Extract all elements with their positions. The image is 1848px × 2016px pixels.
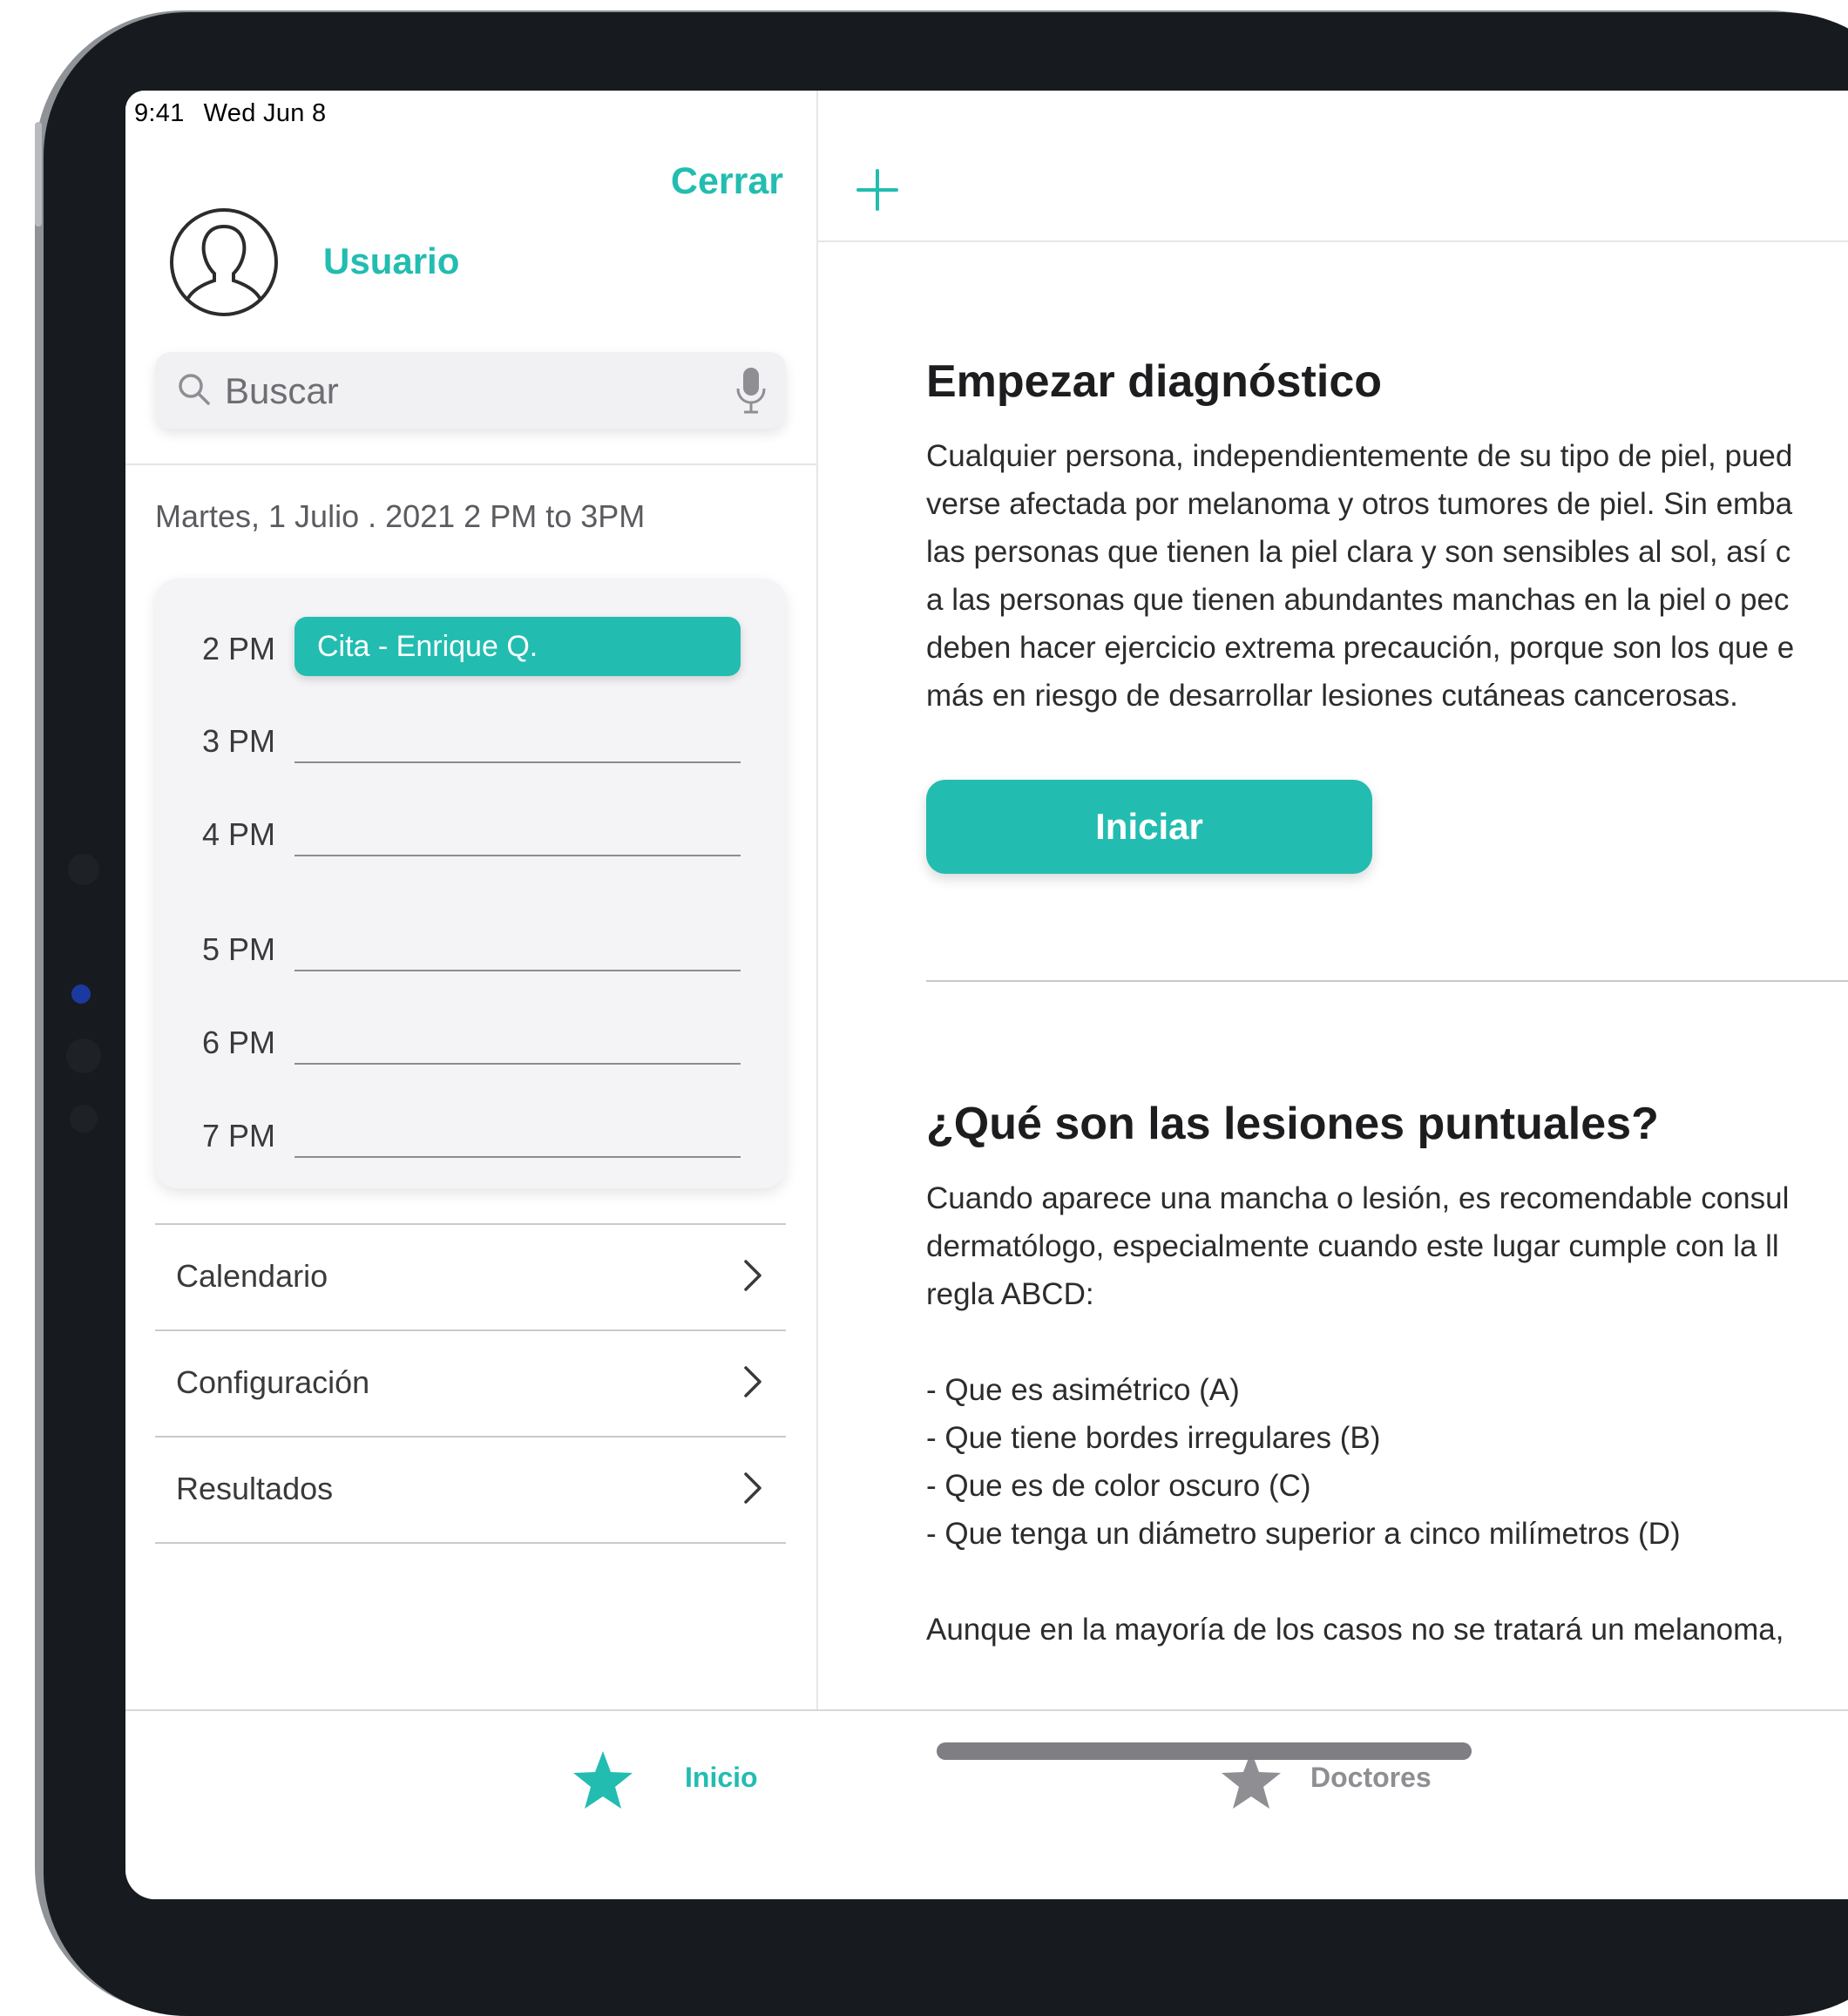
divider xyxy=(818,240,1848,242)
section-title: Empezar diagnóstico xyxy=(926,356,1382,407)
status-time: 9:41 xyxy=(134,99,185,127)
slot-line xyxy=(294,1156,741,1158)
menu-item-label: Calendario xyxy=(176,1258,328,1294)
search-bar[interactable] xyxy=(155,352,786,429)
menu-item-resultados[interactable]: Resultados xyxy=(155,1438,786,1540)
device-volume-button xyxy=(35,122,42,227)
close-button[interactable]: Cerrar xyxy=(671,160,783,203)
device-camera-dot xyxy=(70,1105,98,1133)
body-line: Cualquier persona, independientemente de… xyxy=(926,439,1793,473)
chevron-right-icon xyxy=(744,1260,762,1291)
list-item: - Que es de color oscuro (C) xyxy=(926,1469,1311,1503)
body-line: Cuando aparece una mancha o lesión, es r… xyxy=(926,1181,1790,1215)
agenda-slot[interactable]: 4 PM xyxy=(155,802,786,872)
avatar-icon[interactable] xyxy=(169,207,279,317)
menu-item-label: Resultados xyxy=(176,1471,334,1506)
search-icon xyxy=(179,374,210,405)
list-item: - Que tiene bordes irregulares (B) xyxy=(926,1421,1381,1455)
slot-time: 4 PM xyxy=(202,816,276,852)
body-line: regla ABCD: xyxy=(926,1277,1094,1311)
agenda-slot[interactable]: 3 PM xyxy=(155,709,786,779)
body-line: las personas que tienen la piel clara y … xyxy=(926,535,1791,569)
appointment-chip[interactable]: Cita - Enrique Q. xyxy=(294,617,741,676)
slot-time: 6 PM xyxy=(202,1025,276,1060)
status-bar: 9:41 Wed Jun 8 xyxy=(134,99,345,128)
app-screen: 9:41 Wed Jun 8 Cerrar Usuario Martes, 1 J… xyxy=(125,91,1848,1899)
main-content: Empezar diagnóstico Cualquier persona, i… xyxy=(818,91,1848,1709)
section-body: Cualquier persona, independientemente de… xyxy=(926,432,1794,720)
chevron-right-icon xyxy=(744,1472,762,1504)
body-line: más en riesgo de desarrollar lesiones cu… xyxy=(926,679,1738,713)
menu-item-calendario[interactable]: Calendario xyxy=(155,1225,786,1328)
slot-time: 5 PM xyxy=(202,931,276,967)
body-line: deben hacer ejercicio extrema precaución… xyxy=(926,631,1795,665)
home-indicator[interactable] xyxy=(937,1742,1472,1760)
menu-item-configuracion[interactable]: Configuración xyxy=(155,1331,786,1434)
agenda-card: 2 PM Cita - Enrique Q. 3 PM 4 PM 5 PM 6 … xyxy=(155,578,786,1188)
tab-label: Doctores xyxy=(1310,1762,1432,1793)
menu-item-label: Configuración xyxy=(176,1364,370,1400)
section-body: Cuando aparece una mancha o lesión, es r… xyxy=(926,1174,1789,1654)
divider xyxy=(926,980,1848,982)
device-sensor-dot xyxy=(71,984,91,1004)
slot-time: 2 PM xyxy=(202,631,276,666)
agenda-slot[interactable]: 5 PM xyxy=(155,917,786,987)
divider xyxy=(125,463,816,465)
divider xyxy=(155,1542,786,1544)
body-line: verse afectada por melanoma y otros tumo… xyxy=(926,487,1793,521)
status-date: Wed Jun 8 xyxy=(203,99,327,127)
device-camera-dot xyxy=(68,854,99,885)
microphone-icon[interactable] xyxy=(735,366,767,415)
section-title: ¿Qué son las lesiones puntuales? xyxy=(926,1099,1659,1149)
agenda-slot[interactable]: 2 PM Cita - Enrique Q. xyxy=(155,617,786,687)
agenda-slot[interactable]: 6 PM xyxy=(155,1011,786,1080)
star-icon xyxy=(573,1751,633,1809)
slot-line xyxy=(294,761,741,763)
device-camera-dot xyxy=(66,1038,101,1073)
slot-time: 7 PM xyxy=(202,1118,276,1153)
search-input[interactable] xyxy=(223,364,714,418)
tab-doctores[interactable]: Doctores xyxy=(1220,1711,1499,1833)
tab-bar: Inicio Doctores xyxy=(125,1709,1848,1899)
agenda-slot[interactable]: 7 PM xyxy=(155,1104,786,1174)
user-name[interactable]: Usuario xyxy=(323,240,459,282)
body-line: a las personas que tienen abundantes man… xyxy=(926,583,1790,617)
add-icon[interactable] xyxy=(853,166,902,214)
tab-inicio[interactable]: Inicio xyxy=(572,1711,833,1833)
schedule-date-range: Martes, 1 Julio . 2021 2 PM to 3PM xyxy=(155,498,646,534)
sidebar: 9:41 Wed Jun 8 Cerrar Usuario Martes, 1 J… xyxy=(125,91,818,1709)
list-item: - Que tenga un diámetro superior a cinco… xyxy=(926,1517,1681,1551)
body-line: dermatólogo, especialmente cuando este l… xyxy=(926,1229,1779,1263)
tab-label: Inicio xyxy=(685,1762,758,1793)
chevron-right-icon xyxy=(744,1366,762,1397)
slot-line xyxy=(294,970,741,971)
slot-time: 3 PM xyxy=(202,723,276,759)
body-line: Aunque en la mayoría de los casos no se … xyxy=(926,1613,1784,1647)
list-item: - Que es asimétrico (A) xyxy=(926,1373,1240,1407)
slot-line xyxy=(294,1063,741,1065)
start-button[interactable]: Iniciar xyxy=(926,780,1372,874)
slot-line xyxy=(294,855,741,856)
